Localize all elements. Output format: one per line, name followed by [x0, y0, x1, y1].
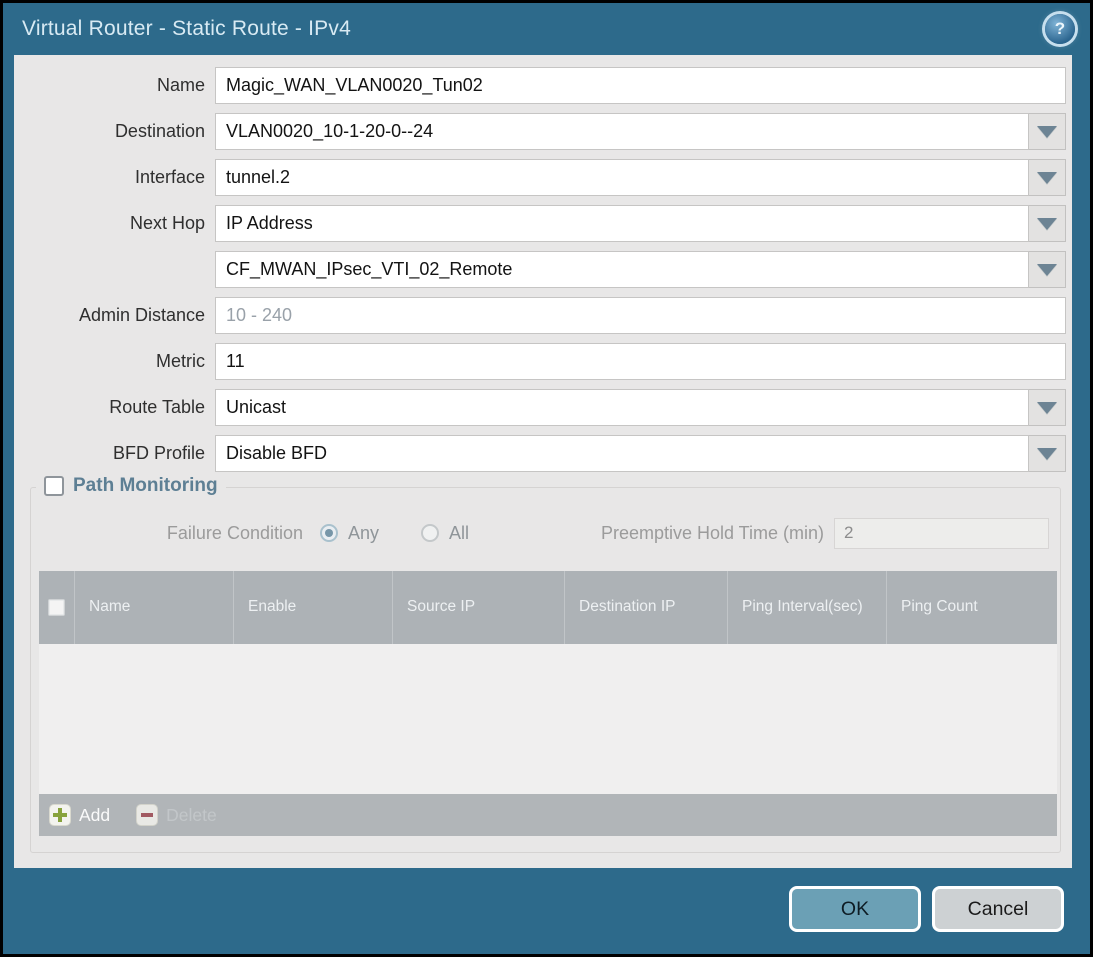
interface-label: Interface [14, 167, 205, 188]
ok-button[interactable]: OK [789, 886, 921, 932]
chevron-down-icon [1037, 448, 1057, 460]
path-monitoring-section: Path Monitoring Failure Condition Any Al… [30, 487, 1061, 853]
name-row: Name [14, 67, 1066, 104]
radio-any-label: Any [348, 523, 379, 544]
name-input[interactable] [215, 67, 1066, 104]
bfd-profile-dropdown-button[interactable] [1029, 435, 1066, 472]
next-hop-address-dropdown-button[interactable] [1029, 251, 1066, 288]
radio-all-icon [421, 524, 439, 542]
minus-icon [136, 804, 158, 826]
destination-row: Destination [14, 113, 1066, 150]
interface-input[interactable] [215, 159, 1029, 196]
table-header-enable: Enable [233, 571, 392, 644]
chevron-down-icon [1037, 172, 1057, 184]
radio-any-icon [320, 524, 338, 542]
admin-distance-label: Admin Distance [14, 305, 205, 326]
add-button: Add [49, 804, 110, 826]
next-hop-type-input[interactable] [215, 205, 1029, 242]
path-monitoring-legend: Path Monitoring [36, 475, 226, 497]
plus-icon [49, 804, 71, 826]
chevron-down-icon [1037, 264, 1057, 276]
name-label: Name [14, 75, 205, 96]
admin-distance-input[interactable] [215, 297, 1066, 334]
add-button-label: Add [79, 805, 110, 826]
dialog-frame: Virtual Router - Static Route - IPv4 ? N… [3, 3, 1090, 954]
route-table-label: Route Table [14, 397, 205, 418]
delete-button-label: Delete [166, 805, 217, 826]
failure-condition-option-any: Any [320, 523, 379, 544]
chevron-down-icon [1037, 126, 1057, 138]
static-route-form: Name Destination Interface [14, 55, 1072, 472]
chevron-down-icon [1037, 218, 1057, 230]
route-table-input[interactable] [215, 389, 1029, 426]
interface-row: Interface [14, 159, 1066, 196]
delete-button: Delete [136, 804, 217, 826]
metric-input[interactable] [215, 343, 1066, 380]
metric-label: Metric [14, 351, 205, 372]
preemptive-hold-time-label: Preemptive Hold Time (min) [601, 523, 824, 544]
table-body-empty [39, 644, 1057, 794]
table-header-source-ip: Source IP [392, 571, 564, 644]
help-icon[interactable]: ? [1045, 14, 1075, 44]
bfd-profile-label: BFD Profile [14, 443, 205, 464]
failure-condition-row: Failure Condition Any All Preemptive Hol… [31, 516, 1060, 550]
table-toolbar: Add Delete [39, 794, 1057, 836]
preemptive-hold-time-input [834, 518, 1049, 549]
next-hop-row: Next Hop [14, 205, 1066, 242]
radio-all-label: All [449, 523, 469, 544]
route-table-dropdown-button[interactable] [1029, 389, 1066, 426]
next-hop-address-row [14, 251, 1066, 288]
dialog-body: Name Destination Interface [14, 55, 1072, 868]
failure-condition-option-all: All [421, 523, 469, 544]
table-header-destination-ip: Destination IP [564, 571, 727, 644]
failure-condition-label: Failure Condition [31, 523, 303, 544]
select-all-checkbox [48, 599, 65, 616]
next-hop-label: Next Hop [14, 213, 205, 234]
cancel-button[interactable]: Cancel [932, 886, 1064, 932]
bfd-profile-input[interactable] [215, 435, 1029, 472]
destination-input[interactable] [215, 113, 1029, 150]
path-monitoring-checkbox[interactable] [44, 476, 64, 496]
path-monitoring-title: Path Monitoring [73, 475, 218, 497]
bfd-profile-row: BFD Profile [14, 435, 1066, 472]
path-monitoring-table: Name Enable Source IP Destination IP Pin… [39, 571, 1057, 836]
table-header-ping-interval: Ping Interval(sec) [727, 571, 886, 644]
interface-dropdown-button[interactable] [1029, 159, 1066, 196]
chevron-down-icon [1037, 402, 1057, 414]
table-header-select [39, 571, 74, 644]
route-table-row: Route Table [14, 389, 1066, 426]
dialog-title: Virtual Router - Static Route - IPv4 [22, 17, 351, 41]
next-hop-dropdown-button[interactable] [1029, 205, 1066, 242]
metric-row: Metric [14, 343, 1066, 380]
table-header-row: Name Enable Source IP Destination IP Pin… [39, 571, 1057, 644]
virtual-router-static-route-dialog: Virtual Router - Static Route - IPv4 ? N… [0, 0, 1093, 957]
table-header-name: Name [74, 571, 233, 644]
destination-dropdown-button[interactable] [1029, 113, 1066, 150]
admin-distance-row: Admin Distance [14, 297, 1066, 334]
table-header-ping-count: Ping Count [886, 571, 1057, 644]
next-hop-address-input[interactable] [215, 251, 1029, 288]
destination-label: Destination [14, 121, 205, 142]
